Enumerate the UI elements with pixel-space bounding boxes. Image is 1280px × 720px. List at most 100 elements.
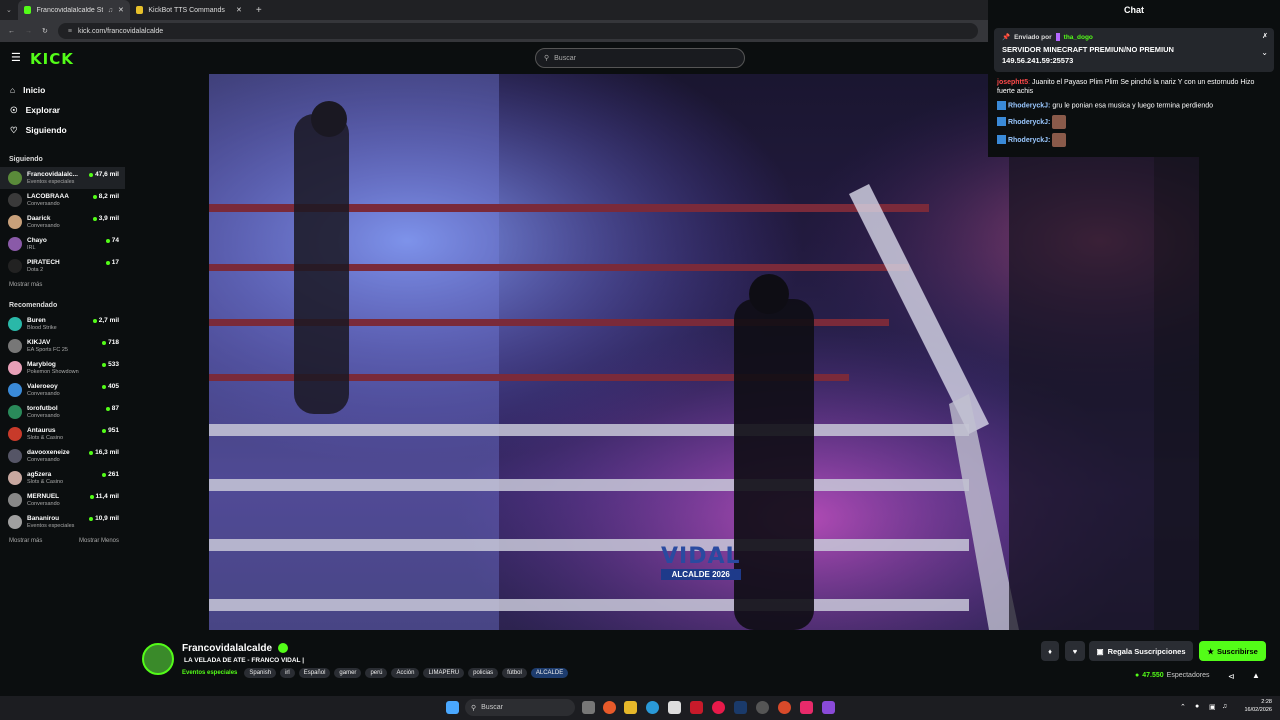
stream-tag[interactable]: gamer bbox=[334, 668, 362, 678]
show-less-recommended[interactable]: Mostrar Menos bbox=[70, 538, 119, 544]
stream-tag[interactable]: policias bbox=[468, 668, 499, 678]
taskbar-search[interactable]: ⚲ Buscar bbox=[465, 699, 575, 716]
tiktok-icon[interactable] bbox=[800, 701, 813, 714]
store-icon[interactable] bbox=[668, 701, 681, 714]
chat-username[interactable]: RhoderyckJ: bbox=[1008, 102, 1050, 109]
chat-message: RhoderyckJ: bbox=[988, 131, 1280, 149]
channel-viewers: 11,4 mil bbox=[89, 493, 119, 500]
streamer-name[interactable]: Francovidalalcalde bbox=[182, 643, 272, 654]
speaker-icon[interactable]: ♫ bbox=[108, 7, 113, 14]
edge-icon[interactable] bbox=[646, 701, 659, 714]
stream-tag[interactable]: Spanish bbox=[244, 668, 277, 678]
channel-viewers-count: 17 bbox=[111, 259, 119, 266]
app-icon[interactable] bbox=[756, 701, 769, 714]
sidebar-channel[interactable]: Bananirou Eventos especiales 10,9 mil bbox=[0, 511, 125, 533]
nav-explorar[interactable]: ☉ Explorar bbox=[0, 100, 125, 120]
share-icon[interactable]: ⊲ bbox=[1228, 672, 1235, 681]
youtube-icon[interactable] bbox=[712, 701, 725, 714]
new-tab-icon[interactable]: + bbox=[248, 5, 270, 16]
steam-icon[interactable] bbox=[734, 701, 747, 714]
kick-logo[interactable]: KICK bbox=[30, 50, 74, 68]
stream-tag[interactable]: LIMAPERU bbox=[423, 668, 465, 678]
volume-icon[interactable]: ♫ bbox=[1222, 703, 1227, 710]
chrome-icon[interactable] bbox=[778, 701, 791, 714]
site-info-icon[interactable]: ≡ bbox=[68, 28, 72, 35]
sidebar-channel[interactable]: Chayo IRL 74 bbox=[0, 233, 125, 255]
channel-viewers: 8,2 mil bbox=[92, 193, 119, 200]
file-explorer-icon[interactable] bbox=[624, 701, 637, 714]
pinned-by-user[interactable]: tha_dogo bbox=[1064, 34, 1093, 41]
chat-username[interactable]: RhoderyckJ: bbox=[1008, 137, 1050, 144]
windows-start-icon[interactable] bbox=[446, 701, 459, 714]
back-icon[interactable]: ← bbox=[8, 28, 15, 35]
tray-expand-icon[interactable]: ⌃ bbox=[1180, 703, 1186, 711]
sidebar-channel[interactable]: Antaurus Slots & Casino 951 bbox=[0, 423, 125, 445]
stream-category[interactable]: Eventos especiales bbox=[182, 670, 237, 676]
app-icon[interactable] bbox=[822, 701, 835, 714]
search-input[interactable]: ⚲ Buscar bbox=[535, 48, 745, 68]
stream-tag[interactable]: Español bbox=[298, 668, 331, 678]
tab-list-icon[interactable]: ⌄ bbox=[0, 6, 18, 14]
sidebar-channel[interactable]: KIKJAV EA Sports FC 25 718 bbox=[0, 335, 125, 357]
stream-tag[interactable]: fútbol bbox=[502, 668, 527, 678]
stream-tag[interactable]: perú bbox=[365, 668, 388, 678]
chevron-down-icon[interactable]: ⌄ bbox=[1261, 48, 1268, 57]
site-header: ☰ KICK ⚲ Buscar bbox=[0, 42, 988, 74]
stream-tag[interactable]: irl bbox=[280, 668, 295, 678]
menu-icon[interactable]: ☰ bbox=[11, 51, 21, 64]
stream-info: Francovidalalcalde LA VELADA DE ATE - FR… bbox=[125, 630, 1280, 696]
channel-category: Eventos especiales bbox=[27, 522, 75, 529]
streamer-avatar[interactable] bbox=[142, 643, 174, 675]
sidebar-channel[interactable]: Valeroeoy Conversando 405 bbox=[0, 379, 125, 401]
gift-icon: ▣ bbox=[1096, 646, 1104, 656]
notifications-button[interactable]: ♦ bbox=[1041, 641, 1059, 661]
nav-siguiendo[interactable]: ♡ Siguiendo bbox=[0, 120, 125, 140]
sidebar-channel[interactable]: MERNUEL Conversando 11,4 mil bbox=[0, 489, 125, 511]
channel-avatar bbox=[8, 317, 22, 331]
channel-viewers-count: 74 bbox=[111, 237, 119, 244]
stream-tag[interactable]: Acción bbox=[391, 668, 420, 678]
show-more-recommended[interactable]: Mostrar más bbox=[0, 538, 42, 544]
sidebar-channel[interactable]: Francovidalalc... Eventos especiales 47,6 … bbox=[0, 167, 125, 189]
sidebar-channel[interactable]: davooxeneize Conversando 16,3 mil bbox=[0, 445, 125, 467]
reload-icon[interactable]: ↻ bbox=[42, 27, 48, 35]
channel-text: Chayo IRL bbox=[27, 237, 87, 251]
forward-icon[interactable]: → bbox=[25, 28, 32, 35]
sidebar-channel[interactable]: Buren Blood Strike 2,7 mil bbox=[0, 313, 125, 335]
sidebar-channel[interactable]: ag5zera Slots & Casino 261 bbox=[0, 467, 125, 489]
chat-username[interactable]: RhoderyckJ: bbox=[1008, 119, 1050, 126]
clock[interactable]: 2:28 16/02/2026 bbox=[1238, 699, 1272, 714]
mic-icon[interactable]: ● bbox=[1195, 703, 1199, 710]
sidebar-channel[interactable]: torofutbol Conversando 87 bbox=[0, 401, 125, 423]
viewers-icon: ● bbox=[1135, 672, 1140, 679]
stream-tag[interactable]: ALCALDE bbox=[530, 668, 569, 678]
nav-label: Inicio bbox=[23, 85, 46, 95]
channel-text: KIKJAV EA Sports FC 25 bbox=[27, 339, 87, 353]
gift-subs-button[interactable]: ▣ Regala Suscripciones bbox=[1089, 641, 1193, 661]
url-field[interactable]: ≡ kick.com/francovidalalcalde bbox=[57, 23, 978, 39]
close-tab-icon[interactable]: ✕ bbox=[236, 6, 242, 14]
app-icon[interactable] bbox=[603, 701, 616, 714]
channel-avatar bbox=[8, 259, 22, 273]
pinned-message[interactable]: 📌 Enviado por tha_dogo SERVIDOR MINECRAF… bbox=[994, 28, 1274, 72]
task-view-icon[interactable] bbox=[582, 701, 595, 714]
more-options-icon[interactable]: ▲ bbox=[1252, 671, 1260, 680]
close-tab-icon[interactable]: ✕ bbox=[118, 6, 124, 14]
channel-avatar bbox=[8, 427, 22, 441]
chat-badge-icon bbox=[997, 135, 1006, 145]
video-player[interactable]: VIDAL ALCALDE 2026 bbox=[209, 74, 1199, 630]
sidebar-channel[interactable]: LACOBRAAA Conversando 8,2 mil bbox=[0, 189, 125, 211]
unpin-icon[interactable]: ✗ bbox=[1262, 32, 1268, 40]
network-icon[interactable]: ▣ bbox=[1209, 703, 1216, 711]
subscribe-button[interactable]: ★ Suscribirse bbox=[1199, 641, 1266, 661]
sidebar-channel[interactable]: PIRATECH Dota 2 17 bbox=[0, 255, 125, 277]
recommended-list: Buren Blood Strike 2,7 mil KIKJAV EA Sports … bbox=[0, 313, 125, 533]
nav-inicio[interactable]: ⌂ Inicio bbox=[0, 80, 125, 100]
app-icon[interactable] bbox=[690, 701, 703, 714]
sidebar-channel[interactable]: Daarick Conversando 3,9 mil bbox=[0, 211, 125, 233]
tab-kickbot[interactable]: KickBot TTS Commands ✕ bbox=[130, 0, 248, 20]
follow-button[interactable]: ♥ bbox=[1065, 641, 1085, 661]
sidebar-channel[interactable]: Maryblog Pokemon Showdown 533 bbox=[0, 357, 125, 379]
tab-kick-stream[interactable]: Francovidalalcalde Stream ♫ ✕ bbox=[17, 0, 130, 20]
chat-username[interactable]: josephtt5 bbox=[997, 79, 1028, 86]
